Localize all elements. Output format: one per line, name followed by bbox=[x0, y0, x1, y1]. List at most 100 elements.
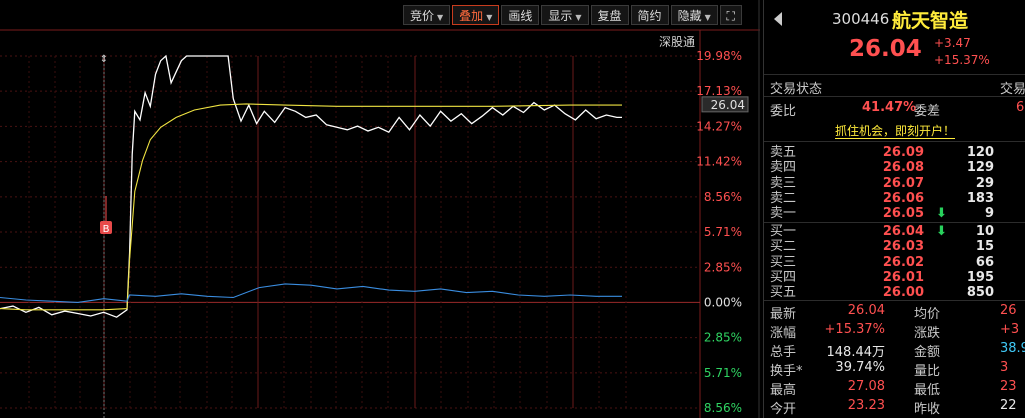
ask-level: 卖二 bbox=[770, 190, 797, 206]
pct-tick-label: 19.98% bbox=[696, 49, 742, 63]
bid-row[interactable]: 买三 26.02 66 bbox=[770, 255, 994, 270]
quote-header: 300446 航天智造 26.04 +3.47 +15.37% bbox=[764, 0, 1025, 75]
open-account-link[interactable]: 抓住机会，即刻开户！ bbox=[764, 122, 1025, 139]
toolbar-button-hide[interactable]: 隐藏 ▼ bbox=[670, 5, 718, 25]
ask-volume: 29 bbox=[975, 175, 994, 191]
stat-label: 金额 bbox=[914, 345, 941, 360]
stat-value: +3 bbox=[1000, 322, 1020, 337]
ask-price: 26.06 bbox=[882, 190, 924, 206]
pct-tick-label: 8.56% bbox=[704, 190, 742, 204]
bid-level: 买四 bbox=[770, 269, 797, 285]
stat-label: 今开 bbox=[770, 402, 797, 417]
bid-level: 买二 bbox=[770, 239, 797, 255]
bid-price: 26.04 bbox=[882, 224, 924, 239]
current-price-tag: 26.04 bbox=[711, 98, 745, 112]
pin-icon: ⇕ bbox=[100, 54, 108, 65]
weibi-value: 41.47% bbox=[862, 100, 917, 115]
ask-volume: 120 bbox=[966, 145, 994, 160]
stat-label: 昨收 bbox=[914, 402, 941, 417]
chart-grid bbox=[0, 0, 760, 418]
quote-panel: 300446 航天智造 26.04 +3.47 +15.37% 交易状态 交易 … bbox=[763, 0, 1025, 418]
bid-volume: 66 bbox=[975, 254, 994, 270]
stat-label: 涨幅 bbox=[770, 326, 797, 341]
toolbar-button-bidding[interactable]: 竞价 ▼ bbox=[403, 5, 451, 25]
bid-row[interactable]: 买四 26.01 195 bbox=[770, 270, 994, 285]
chart-marks: 26.04 B ⇕ bbox=[100, 54, 749, 235]
stat-value: 39.74% bbox=[835, 360, 885, 375]
stat-label: 最新 bbox=[770, 307, 797, 322]
bid-price: 26.03 bbox=[882, 239, 924, 255]
back-arrow-icon[interactable] bbox=[774, 12, 782, 26]
stat-value: 23.23 bbox=[847, 398, 885, 413]
stat-label: 总手 bbox=[770, 345, 797, 360]
stat-label: 换手* bbox=[770, 364, 803, 379]
last-price: 26.04 bbox=[849, 36, 922, 62]
down-arrow-icon: ⬇ bbox=[936, 206, 947, 222]
toolbar-button-draw[interactable]: 画线 bbox=[501, 5, 540, 25]
ask-price: 26.07 bbox=[882, 175, 924, 191]
ask-row[interactable]: 卖三 26.07 29 bbox=[770, 176, 994, 191]
ask-row[interactable]: 卖五 26.09 120 bbox=[770, 145, 994, 160]
ask-level: 卖一 bbox=[770, 206, 797, 222]
bid-level: 买五 bbox=[770, 285, 797, 301]
pct-tick-label: 14.27% bbox=[696, 119, 742, 133]
toolbar-button-display[interactable]: 显示 ▼ bbox=[541, 5, 589, 25]
stat-label: 涨跌 bbox=[914, 326, 941, 341]
weibi-label: 委比 bbox=[770, 104, 797, 119]
ask-volume: 183 bbox=[966, 190, 994, 206]
pct-tick-label: 8.56% bbox=[704, 401, 742, 415]
toolbar-button-overlay[interactable]: 叠加 ▼ bbox=[452, 5, 500, 25]
ask-price: 26.08 bbox=[882, 160, 924, 176]
chevron-down-icon: ▼ bbox=[486, 13, 493, 22]
stat-value: 22 bbox=[1000, 398, 1017, 413]
bid-level: 买三 bbox=[770, 254, 797, 270]
ask-level: 卖五 bbox=[770, 145, 797, 160]
ask-level: 卖四 bbox=[770, 160, 797, 176]
stat-value: 26.04 bbox=[847, 303, 885, 318]
bid-row[interactable]: 买五 26.00 850 bbox=[770, 285, 994, 300]
bid-row[interactable]: 买二 26.03 15 bbox=[770, 239, 994, 254]
chevron-down-icon: ▼ bbox=[704, 13, 711, 22]
chevron-down-icon: ▼ bbox=[437, 13, 444, 22]
pct-tick-label: 2.85% bbox=[704, 260, 742, 274]
weicha-label: 委差 bbox=[914, 104, 941, 119]
ask-price: 26.05 bbox=[882, 206, 924, 222]
bid-price: 26.01 bbox=[882, 269, 924, 285]
price-change: +3.47 bbox=[934, 36, 971, 50]
chart-toolbar: 竞价 ▼ 叠加 ▼ 画线 显示 ▼ 复盘 简约 隐藏 ▼ ⛶ bbox=[403, 5, 744, 27]
stat-value: 26 bbox=[1000, 303, 1017, 318]
ask-row[interactable]: 卖四 26.08 129 bbox=[770, 160, 994, 175]
stat-value: 38.9 bbox=[1000, 341, 1025, 356]
ask-price: 26.09 bbox=[882, 145, 924, 160]
pct-tick-label: 5.71% bbox=[704, 225, 742, 239]
stock-code: 300446 bbox=[832, 10, 890, 28]
stat-value: 23 bbox=[1000, 379, 1017, 394]
bid-volume: 15 bbox=[975, 239, 994, 255]
buy-marker-label: B bbox=[103, 224, 110, 235]
ask-row[interactable]: 卖二 26.06 183 bbox=[770, 191, 994, 206]
bid-volume: 850 bbox=[966, 285, 994, 301]
intraday-chart[interactable]: 19.98% 17.13% 14.27% 11.42% 8.56% 5.71% 2.85% 0… bbox=[0, 0, 760, 418]
bid-row[interactable]: 买一 26.04 ⬇ 10 bbox=[770, 224, 994, 239]
toolbar-button-replay[interactable]: 复盘 bbox=[590, 5, 629, 25]
bid-level: 买一 bbox=[770, 224, 797, 239]
pct-tick-label: 2.85% bbox=[704, 331, 742, 345]
pct-tick-label: 17.13% bbox=[696, 84, 742, 98]
pct-tick-label: 11.42% bbox=[696, 155, 742, 169]
bid-price: 26.00 bbox=[882, 285, 924, 301]
down-arrow-icon: ⬇ bbox=[936, 224, 947, 239]
fullscreen-icon[interactable]: ⛶ bbox=[719, 5, 742, 25]
bid-volume: 10 bbox=[975, 224, 994, 239]
stat-label: 最低 bbox=[914, 383, 941, 398]
price-change-pct: +15.37% bbox=[934, 53, 990, 67]
status-label: 交易状态 bbox=[770, 82, 823, 97]
chevron-down-icon: ▼ bbox=[575, 13, 582, 22]
ask-row[interactable]: 卖一 26.05 ⬇ 9 bbox=[770, 206, 994, 221]
stat-label: 量比 bbox=[914, 364, 941, 379]
stat-label: 均价 bbox=[914, 307, 941, 322]
stat-value: 27.08 bbox=[847, 379, 885, 394]
toolbar-button-simple[interactable]: 简约 bbox=[630, 5, 669, 25]
pct-tick-label: 0.00% bbox=[704, 295, 742, 309]
stat-value: 148.44万 bbox=[826, 345, 886, 360]
stat-label: 最高 bbox=[770, 383, 797, 398]
